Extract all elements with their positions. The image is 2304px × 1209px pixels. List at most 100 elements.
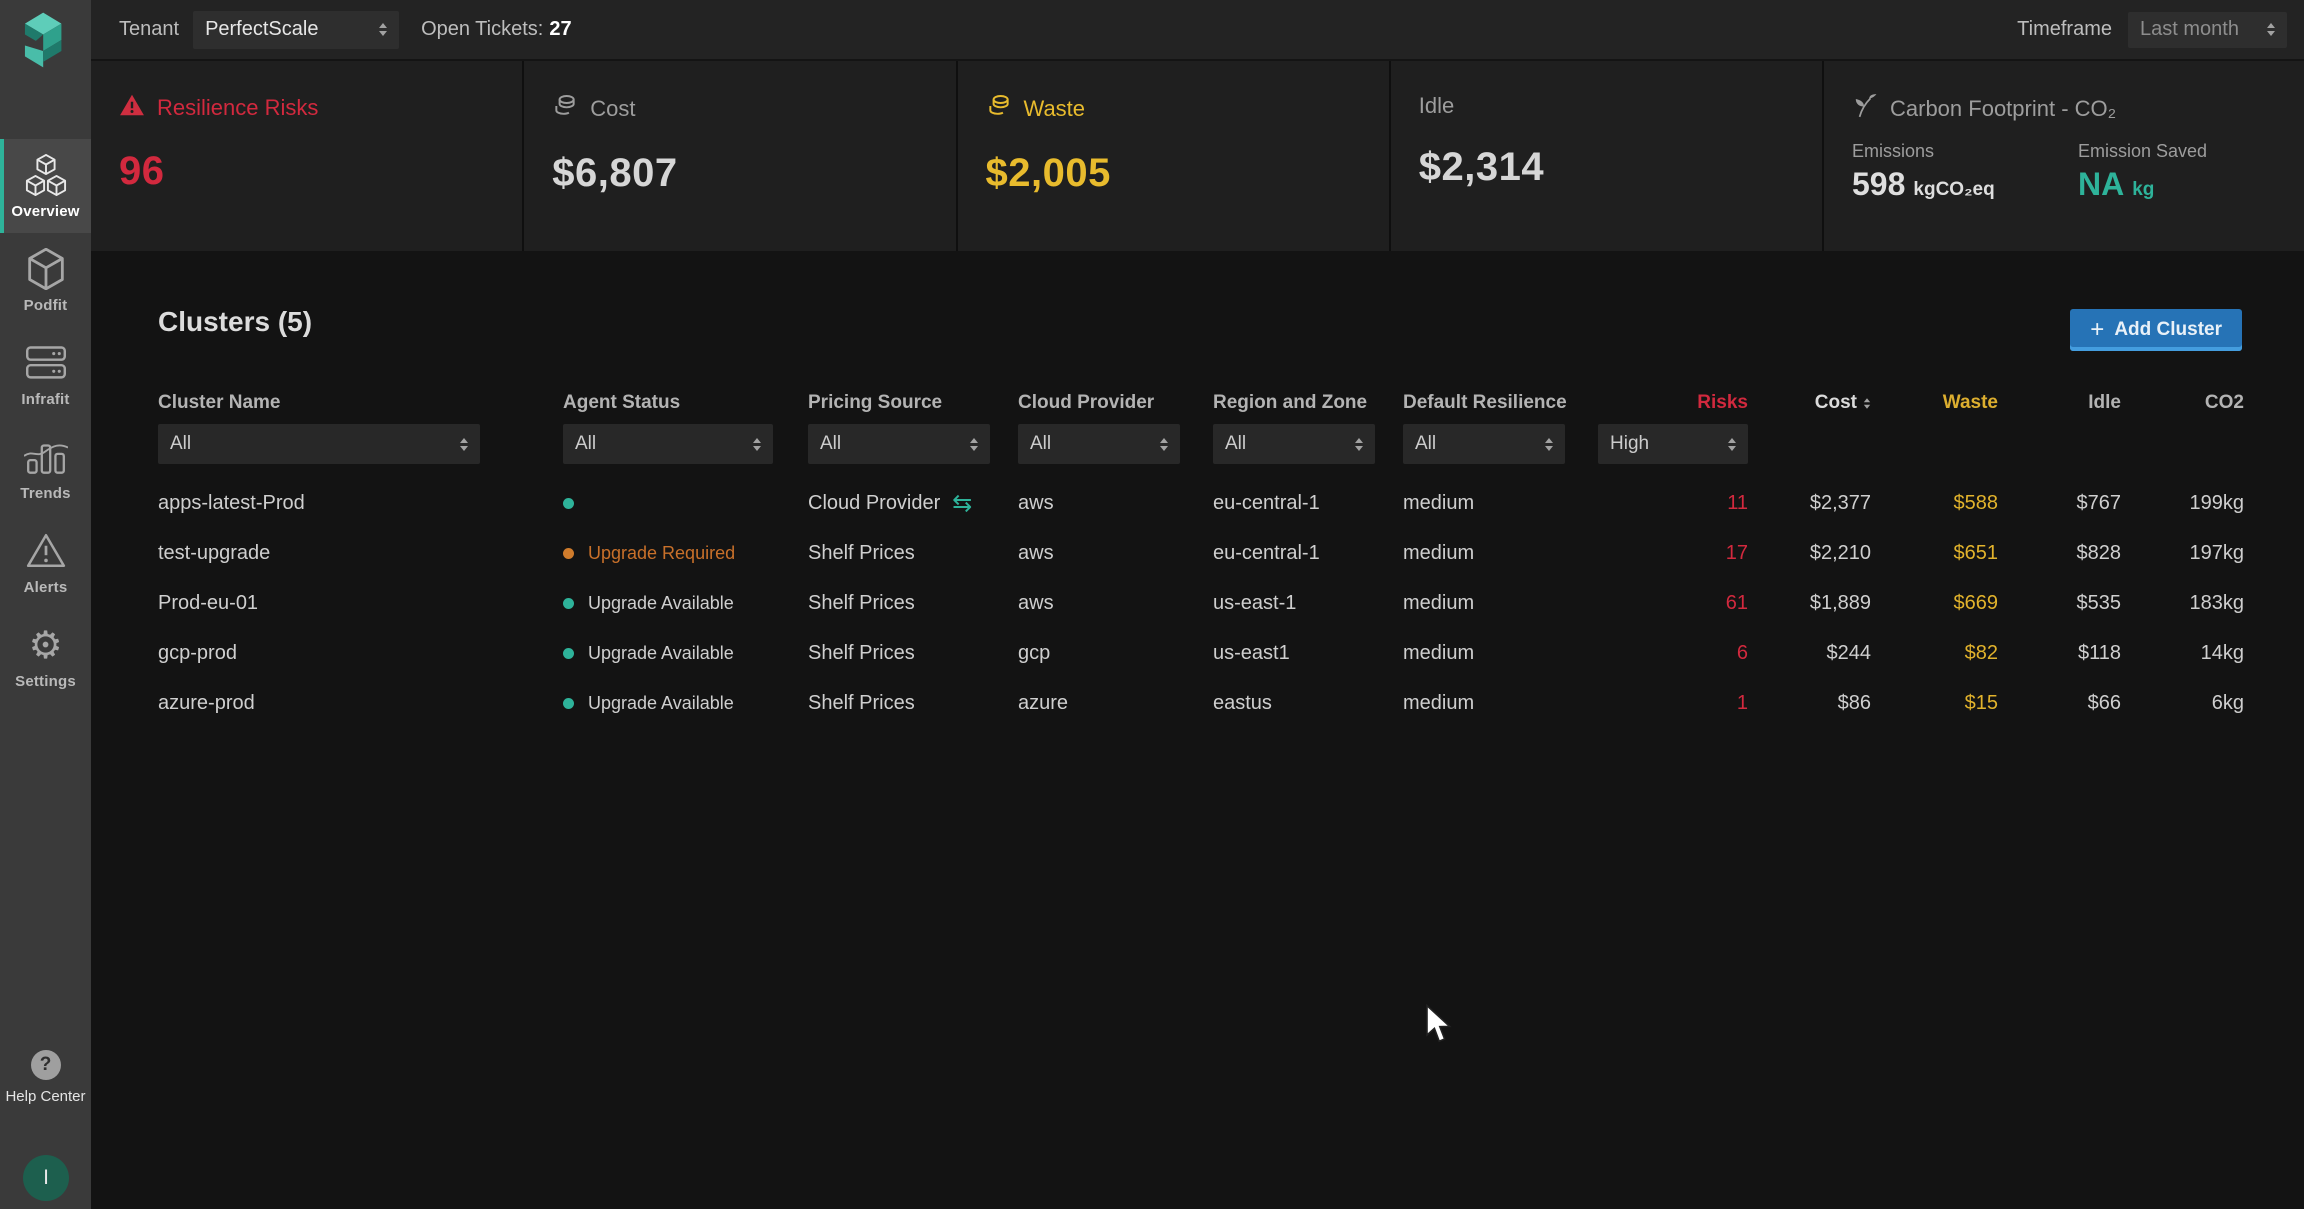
col-waste: Waste (1871, 392, 1998, 414)
cell-cloud-provider: aws (1018, 592, 1213, 615)
filter-pricing-source[interactable]: All (808, 424, 990, 464)
col-co2: CO2 (2121, 392, 2244, 414)
filter-default-resilience[interactable]: All (1403, 424, 1565, 464)
table-row[interactable]: gcp-prod Upgrade Available Shelf Prices … (158, 628, 2244, 678)
cell-pricing-source: Shelf Prices (808, 692, 1018, 715)
card-idle[interactable]: Idle $2,314 (1391, 61, 1822, 251)
cell-region-zone: us-east1 (1213, 642, 1403, 665)
chevron-updown-icon (1355, 438, 1363, 451)
cell-cost: $2,210 (1748, 542, 1871, 565)
table-row[interactable]: azure-prod Upgrade Available Shelf Price… (158, 678, 2244, 728)
sidebar-item-alerts[interactable]: Alerts (0, 515, 91, 609)
cell-cost: $2,377 (1748, 492, 1871, 515)
cell-risks: 17 (1598, 542, 1748, 565)
alert-triangle-icon (23, 529, 69, 573)
chevron-updown-icon (970, 438, 978, 451)
cell-idle: $828 (1998, 542, 2121, 565)
cell-risks: 61 (1598, 592, 1748, 615)
tenant-select-value: PerfectScale (205, 18, 318, 41)
card-cost[interactable]: Cost $6,807 (524, 61, 955, 251)
col-cost-label: Cost (1815, 392, 1857, 414)
open-tickets-count: 27 (549, 18, 571, 40)
tenant-select[interactable]: PerfectScale (193, 11, 399, 49)
sidebar-item-settings[interactable]: ⚙ Settings (0, 609, 91, 703)
col-default-resilience: Default Resilience (1403, 392, 1598, 414)
sidebar-nav: Overview Podfit (0, 139, 91, 703)
table-row[interactable]: Prod-eu-01 Upgrade Available Shelf Price… (158, 578, 2244, 628)
card-value: $6,807 (552, 151, 955, 196)
cell-idle: $118 (1998, 642, 2121, 665)
clusters-section: Clusters (5) + Add Cluster Cluster Name … (91, 251, 2304, 1209)
timeframe-select-value: Last month (2140, 18, 2239, 41)
chevron-updown-icon (1545, 438, 1553, 451)
cell-default-resilience: medium (1403, 692, 1598, 715)
col-pricing-source: Pricing Source (808, 392, 1018, 414)
cell-default-resilience: medium (1403, 642, 1598, 665)
sidebar-item-label: Trends (20, 485, 70, 502)
card-carbon-footprint[interactable]: Carbon Footprint - CO₂ Emissions 598 kgC… (1824, 61, 2304, 251)
chevron-updown-icon (2267, 23, 2275, 36)
table-body: apps-latest-Prod Cloud Provider⇆ aws eu-… (158, 478, 2244, 728)
cell-cloud-provider: azure (1018, 692, 1213, 715)
emissions-value: 598 (1852, 166, 1905, 203)
clusters-title: Clusters (5) (158, 306, 312, 338)
sidebar-item-infrafit[interactable]: Infrafit (0, 327, 91, 421)
help-center-label: Help Center (5, 1088, 85, 1105)
swap-arrows-icon[interactable]: ⇆ (952, 491, 972, 515)
cell-waste: $82 (1871, 642, 1998, 665)
add-cluster-button[interactable]: + Add Cluster (2070, 309, 2242, 351)
table-header-row: Cluster Name Agent Status Pricing Source… (158, 390, 2244, 416)
cell-risks: 6 (1598, 642, 1748, 665)
filter-risks[interactable]: High (1598, 424, 1748, 464)
user-avatar[interactable]: I (23, 1155, 69, 1201)
sidebar-item-label: Infrafit (21, 391, 69, 408)
cell-default-resilience: medium (1403, 592, 1598, 615)
card-waste[interactable]: Waste $2,005 (958, 61, 1389, 251)
sidebar-item-trends[interactable]: Trends (0, 421, 91, 515)
sidebar-item-label: Podfit (24, 297, 68, 314)
cell-waste: $15 (1871, 692, 1998, 715)
dashboard: Overview Podfit (0, 0, 2304, 1209)
clusters-table: Cluster Name Agent Status Pricing Source… (158, 390, 2244, 728)
timeframe-select[interactable]: Last month (2128, 12, 2287, 48)
question-mark-icon: ? (31, 1050, 61, 1080)
cell-risks: 1 (1598, 692, 1748, 715)
sidebar-item-overview[interactable]: Overview (0, 139, 91, 233)
cell-default-resilience: medium (1403, 492, 1598, 515)
topbar: Tenant PerfectScale Open Tickets:27 Time… (91, 0, 2304, 59)
cube-icon (23, 247, 69, 291)
cell-cluster-name: test-upgrade (158, 542, 563, 565)
cell-region-zone: eu-central-1 (1213, 492, 1403, 515)
cell-co2: 6kg (2121, 692, 2244, 715)
sidebar-item-podfit[interactable]: Podfit (0, 233, 91, 327)
help-center[interactable]: ? Help Center (0, 1050, 91, 1105)
cell-co2: 199kg (2121, 492, 2244, 515)
warning-triangle-icon (119, 93, 145, 123)
filter-agent-status[interactable]: All (563, 424, 773, 464)
sort-icon (1864, 398, 1870, 408)
cell-cloud-provider: aws (1018, 542, 1213, 565)
tenant-label: Tenant (119, 18, 179, 41)
filter-region-zone[interactable]: All (1213, 424, 1375, 464)
chevron-updown-icon (460, 438, 468, 451)
cell-pricing-source: Shelf Prices (808, 592, 1018, 615)
cell-cluster-name: gcp-prod (158, 642, 563, 665)
table-row[interactable]: test-upgrade Upgrade Required Shelf Pric… (158, 528, 2244, 578)
filter-cloud-provider[interactable]: All (1018, 424, 1180, 464)
perfectscale-logo-icon (14, 8, 76, 72)
cell-pricing-source: Shelf Prices (808, 542, 1018, 565)
chevron-updown-icon (753, 438, 761, 451)
cell-agent-status: Upgrade Available (563, 693, 808, 714)
cell-idle: $767 (1998, 492, 2121, 515)
chevron-updown-icon (379, 23, 387, 36)
col-cloud-provider: Cloud Provider (1018, 392, 1213, 414)
col-cost-sort[interactable]: Cost (1748, 392, 1871, 414)
filter-cluster-name[interactable]: All (158, 424, 480, 464)
coins-icon (552, 93, 578, 125)
status-dot-icon (563, 648, 574, 659)
cell-agent-status: Upgrade Available (563, 593, 808, 614)
table-row[interactable]: apps-latest-Prod Cloud Provider⇆ aws eu-… (158, 478, 2244, 528)
cell-cloud-provider: aws (1018, 492, 1213, 515)
card-resilience-risks[interactable]: Resilience Risks 96 (91, 61, 522, 251)
card-title: Carbon Footprint - CO₂ (1890, 96, 2116, 122)
